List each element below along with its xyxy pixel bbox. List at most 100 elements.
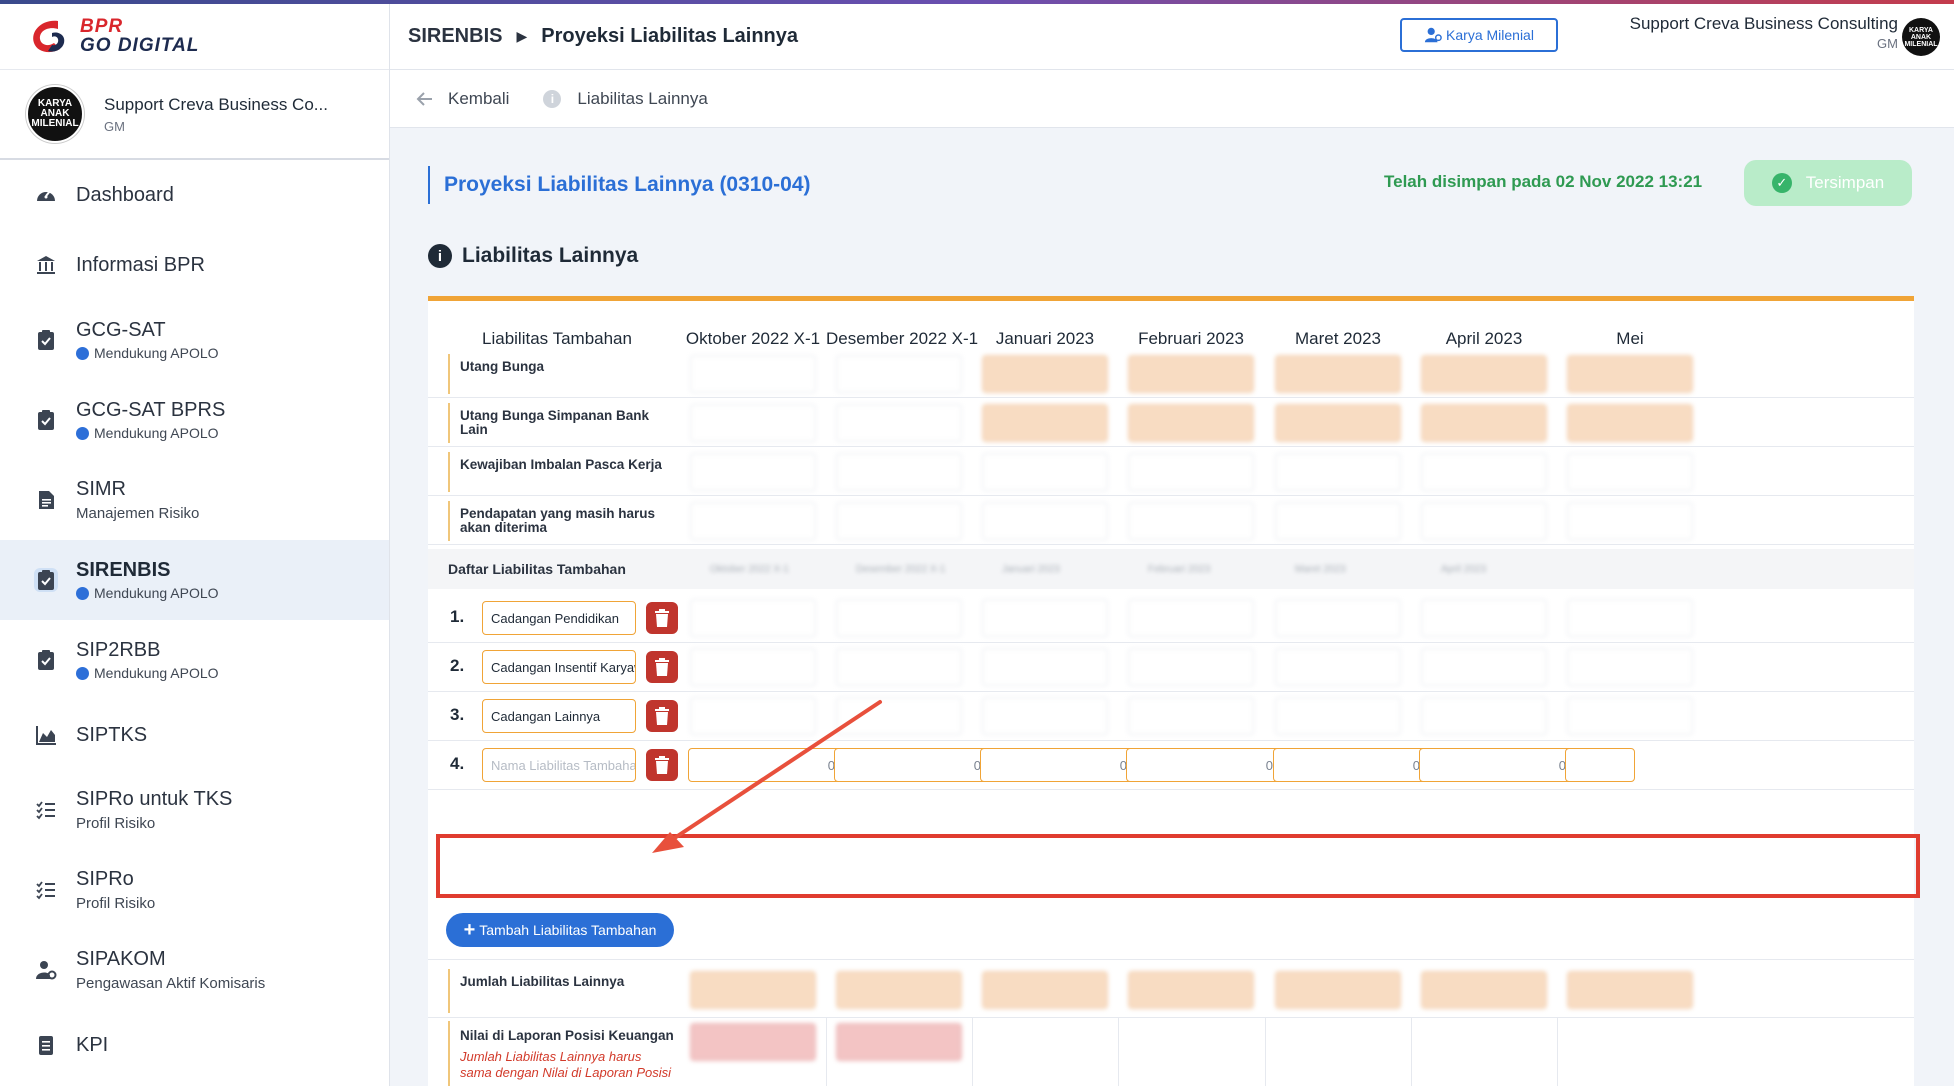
value-cell[interactable] [982,355,1108,393]
row-number: 1. [450,607,465,626]
sidebar-item-label: SIPAKOM [76,948,166,970]
value-cell[interactable] [1567,355,1693,393]
neraca-cell [690,1023,816,1061]
value-input[interactable] [834,748,992,782]
value-cell[interactable] [1567,453,1693,491]
add-liabilitas-button[interactable]: + Tambah Liabilitas Tambahan [446,913,674,947]
sidebar-item-dashboard[interactable]: Dashboard [0,160,389,230]
value-cell[interactable] [1421,453,1547,491]
value-cell[interactable] [1128,697,1254,735]
value-cell[interactable] [1128,648,1254,686]
value-cell[interactable] [690,599,816,637]
team-button[interactable]: Karya Milenial [1400,18,1558,52]
value-cell[interactable] [690,697,816,735]
value-cell[interactable] [982,648,1108,686]
team-button-label: Karya Milenial [1446,27,1534,43]
value-input[interactable] [1565,748,1635,782]
value-cell[interactable] [1421,599,1547,637]
top-avatar[interactable]: KARYA ANAK MILENIAL [1902,18,1940,56]
value-cell[interactable] [1128,502,1254,540]
liabilitas-name-input[interactable] [482,650,636,684]
sidebar-item-sip2rbb[interactable]: SIP2RBB Mendukung APOLO [0,620,389,700]
value-cell[interactable] [690,355,816,393]
value-cell[interactable] [690,404,816,442]
value-cell[interactable] [1275,697,1401,735]
value-cell[interactable] [690,453,816,491]
value-cell[interactable] [836,502,962,540]
top-user[interactable]: Support Creva Business Consulting GM [1630,14,1898,51]
value-cell[interactable] [836,697,962,735]
value-cell[interactable] [1567,648,1693,686]
value-cell[interactable] [836,599,962,637]
value-cell[interactable] [982,502,1108,540]
app-logo[interactable]: BPR GO DIGITAL [0,4,389,70]
value-cell[interactable] [1275,355,1401,393]
value-cell[interactable] [1567,502,1693,540]
value-cell[interactable] [1275,453,1401,491]
sidebar-user[interactable]: KARYA ANAK MILENIAL Support Creva Busine… [0,70,389,160]
table-card: Liabilitas Tambahan Oktober 2022 X-1 Dese… [428,296,1914,1086]
value-cell[interactable] [1128,599,1254,637]
value-cell[interactable] [982,404,1108,442]
sidebar-item-sirenbis[interactable]: SIRENBIS Mendukung APOLO [0,540,389,620]
delete-button[interactable] [646,602,678,634]
sidebar-item-sipro-untuk-tks[interactable]: SIPRo untuk TKS Profil Risiko [0,770,389,850]
value-cell[interactable] [1421,502,1547,540]
value-input[interactable] [1273,748,1431,782]
row-divider [428,495,1914,496]
liabilitas-name-input[interactable] [482,699,636,733]
value-cell[interactable] [836,404,962,442]
value-input[interactable] [1126,748,1284,782]
value-cell[interactable] [690,502,816,540]
value-cell[interactable] [982,453,1108,491]
sidebar-user-name: Support Creva Business Co... [104,94,328,114]
value-cell[interactable] [1421,697,1547,735]
saved-button[interactable]: ✓ Tersimpan [1744,160,1912,206]
back-link[interactable]: Kembali [416,89,509,109]
value-cell[interactable] [1567,404,1693,442]
value-cell[interactable] [1128,453,1254,491]
info-link[interactable]: i Liabilitas Lainnya [543,89,708,109]
logo-text: BPR GO DIGITAL [80,17,199,54]
value-cell[interactable] [1275,599,1401,637]
value-cell[interactable] [982,599,1108,637]
value-cell[interactable] [1567,697,1693,735]
delete-button[interactable] [646,749,678,781]
daftar-label: Daftar Liabilitas Tambahan [448,561,626,577]
value-cell[interactable] [836,355,962,393]
value-cell[interactable] [1421,355,1547,393]
value-cell[interactable] [1421,648,1547,686]
value-input[interactable] [688,748,846,782]
value-input[interactable] [980,748,1138,782]
delete-button[interactable] [646,651,678,683]
value-cell[interactable] [1128,404,1254,442]
delete-button[interactable] [646,700,678,732]
value-cell[interactable] [1275,404,1401,442]
value-cell[interactable] [836,453,962,491]
value-input[interactable] [1419,748,1577,782]
liabilitas-name-input[interactable] [482,601,636,635]
value-cell[interactable] [1275,648,1401,686]
value-cell[interactable] [690,648,816,686]
value-cell[interactable] [1567,599,1693,637]
value-cell[interactable] [1128,355,1254,393]
sidebar-item-siptks[interactable]: SIPTKS [0,700,389,770]
value-cell[interactable] [982,697,1108,735]
sidebar-item-informasi-bpr[interactable]: Informasi BPR [0,230,389,300]
value-cell[interactable] [1275,502,1401,540]
sidebar-item-label: GCG-SAT [76,319,166,341]
liabilitas-name-input[interactable] [482,748,636,782]
sidebar-item-gcg-sat[interactable]: GCG-SAT Mendukung APOLO [0,300,389,380]
sidebar-item-gcg-sat-bprs[interactable]: GCG-SAT BPRS Mendukung APOLO [0,380,389,460]
value-cell[interactable] [836,648,962,686]
breadcrumb-root[interactable]: SIRENBIS [408,25,502,48]
sidebar-item-sipro[interactable]: SIPRo Profil Risiko [0,850,389,930]
value-cell[interactable] [1421,404,1547,442]
mini-column-header: Desember 2022 X-1 [856,564,946,575]
checklist-icon [34,878,58,902]
sidebar-item-kpi[interactable]: KPI [0,1010,389,1080]
sidebar-nav: Dashboard Informasi BPR GCG-SAT Mendukung A… [0,160,389,1080]
main-content: Proyeksi Liabilitas Lainnya (0310-04) Te… [390,128,1954,1086]
sidebar-item-simr[interactable]: SIMR Manajemen Risiko [0,460,389,540]
sidebar-item-sipakom[interactable]: SIPAKOM Pengawasan Aktif Komisaris [0,930,389,1010]
